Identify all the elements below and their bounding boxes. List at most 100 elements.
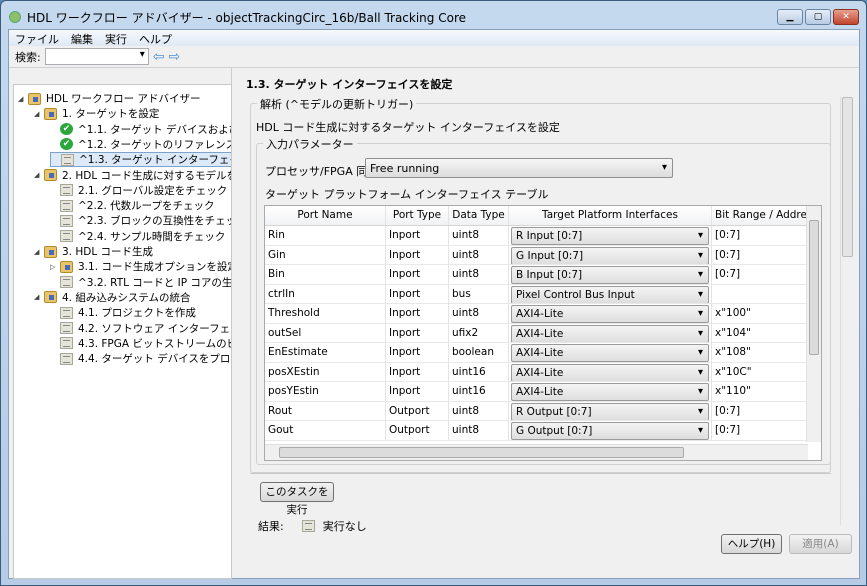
expand-toggle-icon[interactable]: ▷ [50,263,60,271]
table-cell: Rin [265,226,386,245]
folder-icon [28,92,41,105]
table-row: outSelInportufix2AXI4-Litex"104" [265,323,821,343]
interface-select[interactable]: G Output [0:7] [511,422,709,440]
minimize-button[interactable]: ▁ [777,9,803,25]
expand-toggle-icon[interactable]: ◢ [34,248,44,256]
interface-select[interactable]: B Input [0:7] [511,266,709,284]
table-cell: G Input [0:7] [509,245,712,264]
result-value: 実行なし [322,520,367,533]
help-button[interactable]: ヘルプ(H) [721,534,782,554]
menu-bar: ファイル 編集 実行 ヘルプ [9,30,859,46]
forward-arrow-icon[interactable]: ⇨ [168,49,180,65]
tree-item[interactable]: ^2.3. ブロックの互換性をチェック [50,213,231,228]
table-horizontal-scrollbar[interactable] [265,444,808,460]
tree-item[interactable]: 2.1. グローバル設定をチェック [50,183,227,198]
table-cell: Inport [386,304,449,323]
window: HDL ワークフロー アドバイザー - objectTrackingCirc_1… [0,0,867,586]
folder-icon [44,169,57,181]
tree-item-label: ^1.2. ターゲットのリファレンス設計を設定 [78,138,232,151]
table-cell: Inport [386,343,449,362]
interface-select[interactable]: AXI4-Lite [511,344,709,362]
menu-run[interactable]: 実行 [99,30,133,46]
page-title: 1.3. ターゲット インターフェイスを設定 [246,78,453,91]
scroll-thumb[interactable] [809,220,819,355]
tree-item[interactable]: ◢ 2. HDL コード生成に対するモデルを準備 [34,168,231,183]
column-header[interactable]: Target Platform Interfaces [509,206,712,225]
search-input[interactable] [44,48,149,65]
table-cell: Threshold [265,304,386,323]
interface-select[interactable]: R Output [0:7] [511,402,709,420]
interface-select[interactable]: AXI4-Lite [511,324,709,342]
result-doc-icon [301,520,315,532]
interface-select[interactable]: Pixel Control Bus Input [511,285,709,303]
table-cell: ctrlIn [265,284,386,303]
tree-item[interactable]: ^1.3. ターゲット インターフェイスを設定 [50,152,231,168]
tree-item[interactable]: ◢ 3. HDL コード生成 [34,244,153,259]
table-cell: G Output [0:7] [509,421,712,440]
tree-item-label: ^2.2. 代数ループをチェック [78,200,215,213]
window-title: HDL ワークフロー アドバイザー - objectTrackingCirc_1… [27,10,466,25]
interface-select[interactable]: G Input [0:7] [511,246,709,264]
search-label: 検索: [15,50,41,64]
tree-item[interactable]: ✔ ^1.1. ターゲット デバイスおよび合成ツールを設定 [50,122,231,137]
column-header[interactable]: Port Type [386,206,449,225]
table-cell: uint8 [449,421,509,440]
table-cell: posXEstin [265,362,386,381]
table-cell: Outport [386,421,449,440]
panel-vertical-scrollbar[interactable] [840,97,854,525]
table-cell: EnEstimate [265,343,386,362]
tree-item[interactable]: ▷ 3.1. コード生成オプションを設定 [50,259,232,274]
tree-item[interactable]: ◢ HDL ワークフロー アドバイザー [18,91,201,106]
tree-item[interactable]: 4.2. ソフトウェア インターフェイス モデルを生成 [50,321,231,336]
params-label: 入力パラメーター [263,136,357,152]
expand-toggle-icon[interactable]: ◢ [34,293,44,301]
folder-icon [44,245,57,258]
back-arrow-icon[interactable]: ⇦ [153,49,165,65]
column-header[interactable]: Port Name [265,206,386,225]
expand-toggle-icon[interactable]: ◢ [18,95,28,103]
menu-edit[interactable]: 編集 [65,30,99,46]
run-task-button[interactable]: このタスクを実行 [260,482,334,516]
interface-select[interactable]: AXI4-Lite [511,363,709,381]
table-row: GoutOutportuint8G Output [0:7][0:7] [265,421,821,441]
tree-item[interactable]: ◢ 1. ターゲットを設定 [34,106,159,121]
processor-sync-select[interactable]: Free running [365,158,673,178]
tree-item-label: 3. HDL コード生成 [62,246,154,258]
expand-toggle-icon[interactable]: ◢ [34,110,44,118]
divider [250,473,831,474]
table-row: EnEstimateInportbooleanAXI4-Litex"108" [265,343,821,363]
table-cell: AXI4-Lite [509,323,712,342]
table-row: RinInportuint8R Input [0:7][0:7] [265,226,821,246]
maximize-button[interactable]: ▢ [805,9,831,25]
close-button[interactable]: ✕ [833,9,859,25]
menu-help[interactable]: ヘルプ [133,30,178,46]
table-cell: Gout [265,421,386,440]
table-cell: B Input [0:7] [509,265,712,284]
client-area: ファイル 編集 実行 ヘルプ 検索: ⇦ ⇨ ◢HDL ワークフロー アドバイザ… [8,29,860,580]
table-row: posYEstinInportuint16AXI4-Litex"110" [265,382,821,402]
column-header[interactable]: Data Type [449,206,509,225]
tree-item[interactable]: 4.4. ターゲット デバイスをプログラム [50,351,231,366]
table-cell: boolean [449,343,509,362]
toolbar: 検索: ⇦ ⇨ [9,46,859,68]
scroll-thumb[interactable] [842,97,853,257]
tree-item[interactable]: ^2.2. 代数ループをチェック [50,198,215,213]
table-label: ターゲット プラットフォーム インターフェイス テーブル [265,188,549,201]
apply-button[interactable]: 適用(A) [789,534,852,554]
expand-toggle-icon[interactable]: ◢ [34,171,44,179]
table-cell: bus [449,284,509,303]
tree-item[interactable]: 4.3. FPGA ビットストリームのビルド [50,336,231,351]
tree-item[interactable]: ^3.2. RTL コードと IP コアの生成 [50,275,231,290]
interface-select[interactable]: AXI4-Lite [511,305,709,323]
tree-item[interactable]: ◢ 4. 組み込みシステムの統合 [34,290,191,305]
tree-item-label: 3.1. コード生成オプションを設定 [78,261,232,274]
interface-select[interactable]: R Input [0:7] [511,227,709,245]
interface-select[interactable]: AXI4-Lite [511,383,709,401]
menu-file[interactable]: ファイル [9,30,65,46]
tree-item[interactable]: ✔ ^1.2. ターゲットのリファレンス設計を設定 [50,137,232,152]
tree-item[interactable]: 4.1. プロジェクトを作成 [50,305,196,320]
app-icon [9,11,21,23]
table-vertical-scrollbar[interactable] [806,206,821,442]
tree-item[interactable]: ^2.4. サンプル時間をチェック [50,229,225,244]
scroll-thumb[interactable] [279,447,684,458]
